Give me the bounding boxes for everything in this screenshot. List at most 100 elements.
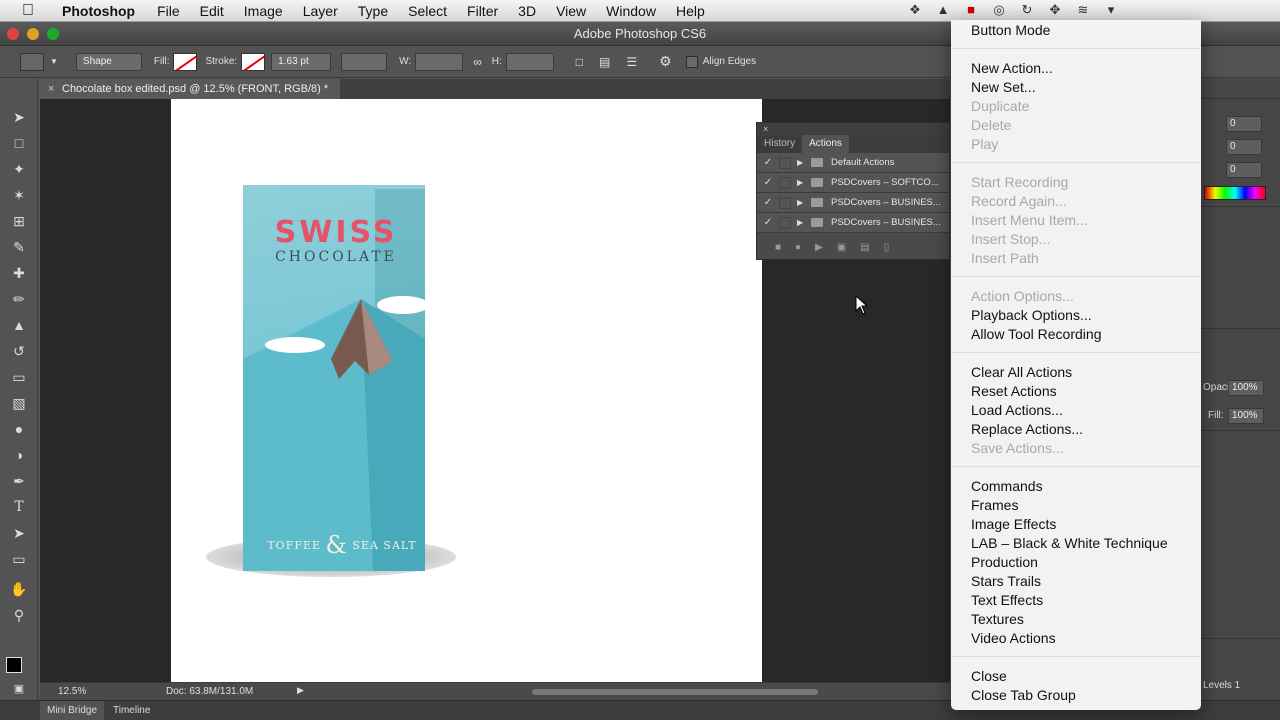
- tool-preset-dropdown-icon[interactable]: ▼: [50, 57, 58, 66]
- toggle-check-icon[interactable]: ✓: [757, 177, 779, 188]
- menu-filter[interactable]: Filter: [457, 0, 508, 22]
- stroke-type-select[interactable]: [341, 52, 388, 71]
- toggle-check-icon[interactable]: ✓: [757, 157, 779, 168]
- menu-layer[interactable]: Layer: [293, 0, 348, 22]
- toggle-check-icon[interactable]: ✓: [757, 197, 779, 208]
- menu-select[interactable]: Select: [398, 0, 457, 22]
- action-set-row[interactable]: ✓ ▶ Default Actions: [757, 153, 949, 173]
- menu-item-button-mode[interactable]: Button Mode: [971, 21, 1050, 40]
- record-icon[interactable]: ●: [795, 242, 801, 253]
- expand-triangle-icon[interactable]: ▶: [797, 158, 811, 167]
- menu-app-photoshop[interactable]: Photoshop: [52, 0, 147, 22]
- menu-item-playback-options[interactable]: Playback Options...: [971, 306, 1092, 325]
- foreground-color-swatch[interactable]: [6, 657, 22, 673]
- path-arrangement-icon[interactable]: ☰: [626, 55, 637, 69]
- opacity-field[interactable]: 100%: [1228, 380, 1264, 396]
- menu-item-text-effects[interactable]: Text Effects: [971, 591, 1043, 610]
- expand-triangle-icon[interactable]: ▶: [797, 178, 811, 187]
- align-edges-checkbox[interactable]: [685, 55, 698, 68]
- stop-icon[interactable]: ■: [775, 242, 781, 253]
- menu-item-image-effects[interactable]: Image Effects: [971, 515, 1056, 534]
- volume-icon[interactable]: ▾: [1102, 2, 1120, 18]
- menu-file[interactable]: File: [147, 0, 190, 22]
- gradient-tool-icon[interactable]: ▧: [9, 393, 29, 413]
- tab-history[interactable]: History: [757, 135, 802, 153]
- move-tool-icon[interactable]: ➤: [9, 107, 29, 127]
- dodge-tool-icon[interactable]: ◑: [9, 445, 29, 465]
- menu-view[interactable]: View: [546, 0, 596, 22]
- link-icon[interactable]: ∞: [473, 55, 482, 69]
- color-value-g[interactable]: 0: [1226, 139, 1262, 155]
- tool-preset-icon[interactable]: [20, 52, 44, 71]
- type-tool-icon[interactable]: T: [9, 497, 29, 517]
- path-operations-icon[interactable]: □: [576, 55, 583, 69]
- color-ramp[interactable]: [1204, 186, 1266, 200]
- clone-stamp-tool-icon[interactable]: ▲: [9, 315, 29, 335]
- pen-tool-icon[interactable]: ✒: [9, 471, 29, 491]
- expand-triangle-icon[interactable]: ▶: [797, 218, 811, 227]
- move-icon[interactable]: ✥: [1046, 2, 1064, 18]
- zoom-level[interactable]: 12.5%: [58, 686, 86, 697]
- dialog-toggle-icon[interactable]: [779, 176, 791, 189]
- fill-opacity-field[interactable]: 100%: [1228, 408, 1264, 424]
- trash-icon[interactable]: ▯: [884, 242, 890, 253]
- brush-tool-icon[interactable]: ✏: [9, 289, 29, 309]
- status-menu-arrow-icon[interactable]: ▶: [297, 685, 304, 696]
- hand-tool-icon[interactable]: ✋: [9, 579, 29, 599]
- width-field[interactable]: [415, 52, 464, 71]
- menu-item-load-actions[interactable]: Load Actions...: [971, 401, 1063, 420]
- dialog-toggle-icon[interactable]: [779, 196, 791, 209]
- blur-tool-icon[interactable]: ●: [9, 419, 29, 439]
- menu-item-frames[interactable]: Frames: [971, 496, 1018, 515]
- path-selection-tool-icon[interactable]: ➤: [9, 523, 29, 543]
- play-icon[interactable]: ▶: [815, 242, 823, 253]
- menu-type[interactable]: Type: [348, 0, 398, 22]
- action-set-row[interactable]: ✓ ▶ PSDCovers – SOFTCO...: [757, 173, 949, 193]
- menu-item-stars-trails[interactable]: Stars Trails: [971, 572, 1041, 591]
- panel-close-button[interactable]: ×: [757, 123, 949, 135]
- eyedropper-tool-icon[interactable]: ✎: [9, 237, 29, 257]
- toggle-check-icon[interactable]: ✓: [757, 217, 779, 228]
- fill-swatch[interactable]: [173, 52, 198, 71]
- dialog-toggle-icon[interactable]: [779, 216, 791, 229]
- time-machine-icon[interactable]: ↻: [1018, 2, 1036, 18]
- menu-item-new-set[interactable]: New Set...: [971, 78, 1036, 97]
- menu-help[interactable]: Help: [666, 0, 715, 22]
- new-action-icon[interactable]: ▤: [860, 242, 869, 253]
- menu-item-close-tab-group[interactable]: Close Tab Group: [971, 686, 1076, 705]
- action-set-row[interactable]: ✓ ▶ PSDCovers – BUSINES...: [757, 193, 949, 213]
- doc-size[interactable]: Doc: 63.8M/131.0M: [166, 686, 253, 697]
- menu-item-new-action[interactable]: New Action...: [971, 59, 1053, 78]
- menu-item-replace-actions[interactable]: Replace Actions...: [971, 420, 1083, 439]
- dialog-toggle-icon[interactable]: [779, 156, 791, 169]
- crop-tool-icon[interactable]: ⊞: [9, 211, 29, 231]
- zoom-tool-icon[interactable]: ⚲: [9, 605, 29, 625]
- apple-logo-icon[interactable]: : [18, 2, 38, 20]
- wifi-icon[interactable]: ≋: [1074, 2, 1092, 18]
- menu-item-production[interactable]: Production: [971, 553, 1038, 572]
- rectangle-tool-icon[interactable]: ▭: [9, 549, 29, 569]
- dropbox-icon[interactable]: ❖: [906, 2, 924, 18]
- tab-actions[interactable]: Actions: [802, 135, 849, 153]
- gear-icon[interactable]: ⚙: [659, 53, 672, 70]
- horizontal-scrollbar[interactable]: [532, 689, 818, 695]
- menu-item-reset-actions[interactable]: Reset Actions: [971, 382, 1057, 401]
- menu-item-allow-tool-recording[interactable]: Allow Tool Recording: [971, 325, 1101, 344]
- menu-item-lab-black-white-technique[interactable]: LAB – Black & White Technique: [971, 534, 1168, 553]
- path-alignment-icon[interactable]: ▤: [599, 55, 610, 69]
- recording-icon[interactable]: ■: [962, 2, 980, 18]
- stroke-swatch[interactable]: [241, 52, 266, 71]
- new-set-icon[interactable]: ▣: [837, 242, 846, 253]
- document-tab[interactable]: × Chocolate box edited.psd @ 12.5% (FRON…: [40, 79, 340, 99]
- height-field[interactable]: [505, 52, 554, 71]
- menu-item-close[interactable]: Close: [971, 667, 1007, 686]
- marquee-tool-icon[interactable]: □: [9, 133, 29, 153]
- lasso-tool-icon[interactable]: ✦: [9, 159, 29, 179]
- menu-item-video-actions[interactable]: Video Actions: [971, 629, 1056, 648]
- healing-brush-tool-icon[interactable]: ✚: [9, 263, 29, 283]
- menu-item-textures[interactable]: Textures: [971, 610, 1024, 629]
- magic-wand-tool-icon[interactable]: ✶: [9, 185, 29, 205]
- color-value-r[interactable]: 0: [1226, 116, 1262, 132]
- tab-timeline[interactable]: Timeline: [106, 701, 157, 720]
- close-tab-icon[interactable]: ×: [48, 79, 54, 99]
